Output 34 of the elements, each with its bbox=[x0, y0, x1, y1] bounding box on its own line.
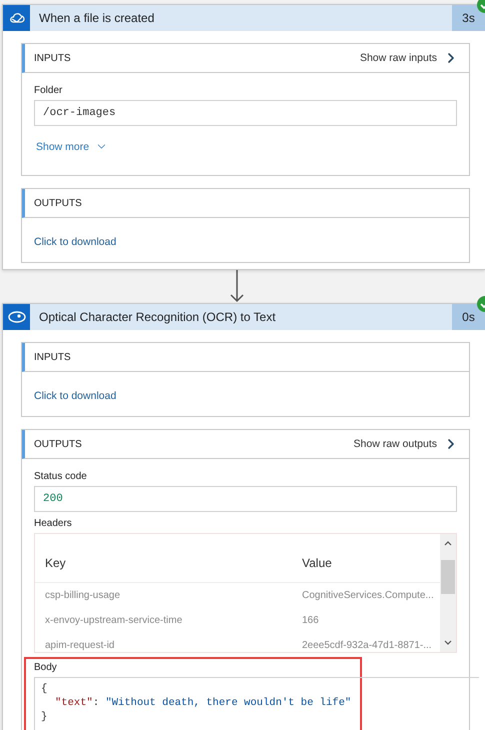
card-title: Optical Character Recognition (OCR) to Text bbox=[38, 309, 277, 326]
json-body: { "text": "Without death, there wouldn't be life" } bbox=[34, 677, 479, 730]
show-raw-button[interactable]: Show raw inputs bbox=[360, 50, 459, 66]
section-title: INPUTS bbox=[34, 352, 72, 362]
table-cell-text: 166 bbox=[302, 615, 320, 626]
field-label: Body bbox=[34, 662, 58, 673]
value-field: 200 bbox=[34, 486, 457, 512]
section-title: OUTPUTS bbox=[34, 198, 83, 208]
download-link[interactable]: Click to download bbox=[34, 390, 116, 402]
section-title: OUTPUTS bbox=[34, 438, 83, 450]
show-raw-button[interactable]: Show raw outputs bbox=[354, 436, 459, 452]
table-cell-text: apim-request-id bbox=[45, 640, 116, 651]
duration-label: 0s bbox=[452, 304, 485, 330]
card-header[interactable]: Optical Character Recognition (OCR) to Text 0s bbox=[3, 304, 485, 330]
column-header: Key bbox=[45, 556, 67, 570]
table-cell-text: x-envoy-upstream-service-time bbox=[45, 615, 184, 626]
field-label: Status code bbox=[34, 471, 88, 482]
arrow-connector bbox=[228, 270, 246, 303]
table-cell-text: CognitiveServices.Compute... bbox=[302, 590, 435, 601]
value-field: /ocr-images bbox=[34, 100, 457, 126]
field-label: Folder bbox=[34, 85, 64, 96]
download-link[interactable]: Click to download bbox=[34, 236, 116, 248]
cloud-icon bbox=[8, 12, 24, 24]
card-title: When a file is created bbox=[38, 10, 156, 27]
card-header[interactable]: When a file is created 3s bbox=[3, 5, 485, 31]
column-header: Value bbox=[302, 556, 333, 570]
field-label: Headers bbox=[34, 518, 73, 529]
section-title: INPUTS bbox=[34, 52, 72, 64]
duration-label: 3s bbox=[452, 5, 485, 31]
eye-icon bbox=[8, 311, 26, 323]
table-cell-text: 2eee5cdf-932a-47d1-8871-... bbox=[302, 640, 433, 651]
table-cell-text: csp-billing-usage bbox=[45, 590, 122, 601]
show-more-button[interactable]: Show more bbox=[36, 140, 108, 153]
scrollbar[interactable] bbox=[440, 534, 456, 652]
